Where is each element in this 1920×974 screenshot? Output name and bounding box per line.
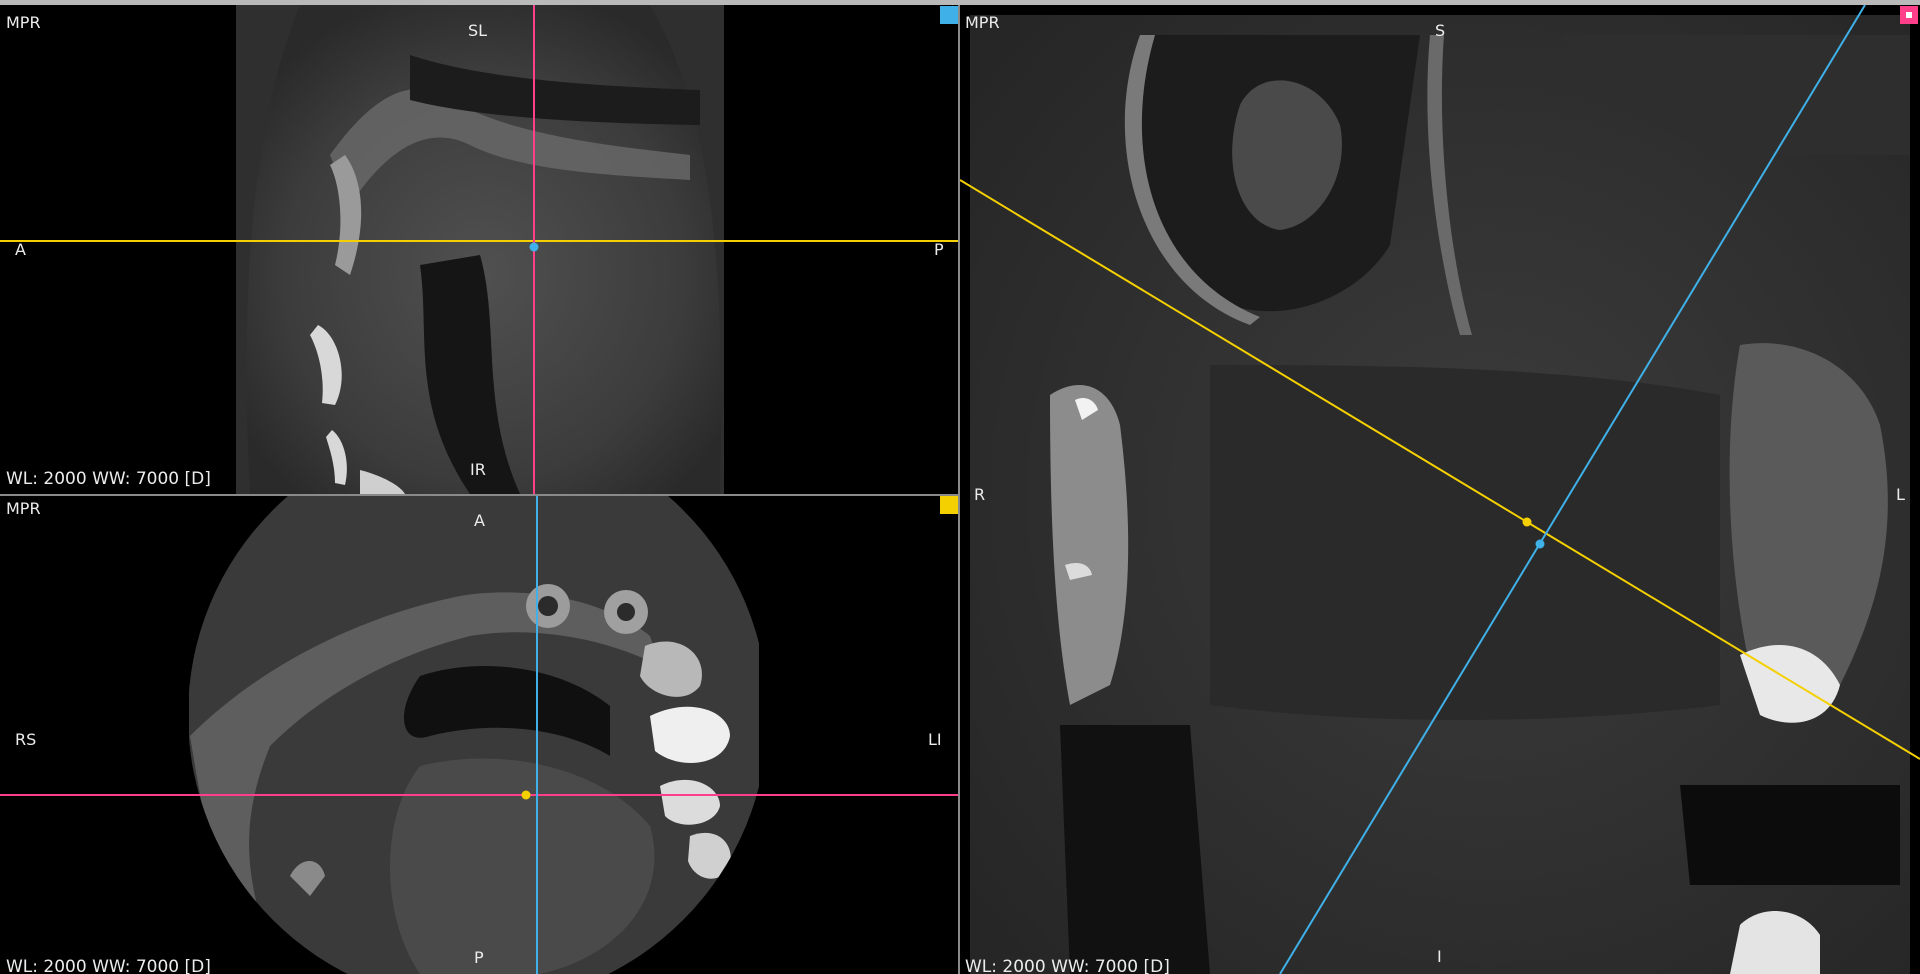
coronal-orientation-right: L (1896, 485, 1905, 504)
axial-image (0, 496, 958, 974)
coronal-mode-label: MPR (965, 13, 1000, 32)
sagittal-viewport[interactable]: MPR SL IR A P WL: 2000 WW: 7000 [D] (0, 5, 958, 494)
axial-viewport[interactable]: MPR A P RS LI WL: 2000 WW: 7000 [D] (0, 496, 958, 974)
axial-orientation-right: LI (928, 730, 942, 749)
axial-view-marker[interactable] (940, 496, 958, 514)
sagittal-orientation-right: P (934, 240, 944, 259)
coronal-axial-point (1522, 517, 1532, 527)
sagittal-orientation-bottom: IR (470, 460, 486, 479)
sagittal-center-point (529, 242, 539, 252)
sagittal-window-level: WL: 2000 WW: 7000 [D] (6, 469, 211, 489)
coronal-orientation-bottom: I (1437, 947, 1442, 966)
axial-mode-label: MPR (6, 499, 41, 518)
axial-orientation-top: A (474, 511, 485, 530)
sagittal-orientation-left: A (15, 240, 26, 259)
sagittal-image (0, 5, 958, 494)
axial-orientation-bottom: P (474, 948, 484, 967)
coronal-orientation-left: R (974, 485, 986, 504)
sagittal-view-marker[interactable] (940, 6, 958, 24)
sagittal-orientation-top: SL (468, 21, 488, 40)
axial-center-point (521, 790, 531, 800)
coronal-orientation-top: S (1435, 21, 1446, 40)
sagittal-mode-label: MPR (6, 13, 41, 32)
coronal-window-level: WL: 2000 WW: 7000 [D] (965, 957, 1170, 974)
coronal-view-marker[interactable] (1900, 6, 1918, 24)
axial-orientation-left: RS (15, 730, 37, 749)
coronal-sagittal-point (1535, 539, 1545, 549)
axial-window-level: WL: 2000 WW: 7000 [D] (6, 957, 211, 974)
coronal-image (960, 5, 1920, 974)
coronal-viewport[interactable]: MPR S I R L WL: 2000 WW: 7000 [D] (960, 5, 1920, 974)
